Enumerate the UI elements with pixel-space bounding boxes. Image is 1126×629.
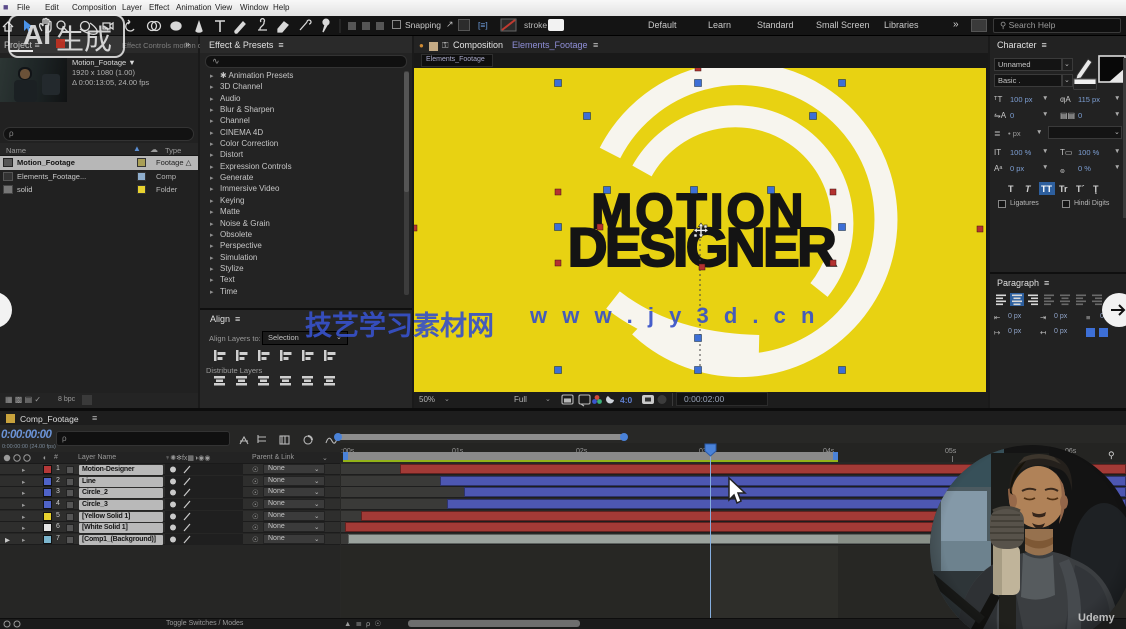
svg-text:4:0: 4:0 xyxy=(620,395,633,405)
